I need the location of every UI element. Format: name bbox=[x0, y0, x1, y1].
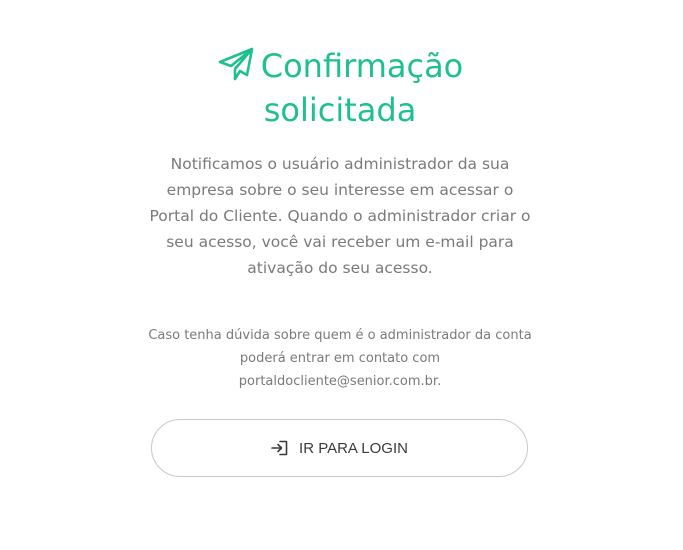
page-title: Confirmação solicitada bbox=[150, 44, 530, 132]
go-to-login-button[interactable]: IR PARA LOGIN bbox=[151, 419, 528, 477]
confirmation-card: Confirmação solicitada Notificamos o usu… bbox=[0, 0, 683, 550]
confirmation-message: Notificamos o usuário administrador da s… bbox=[149, 155, 531, 277]
contact-note: Caso tenha dúvida sobre quem é o adminis… bbox=[148, 328, 532, 389]
go-to-login-label: IR PARA LOGIN bbox=[299, 439, 408, 457]
page-title-text: Confirmação solicitada bbox=[260, 47, 464, 129]
sign-in-icon bbox=[271, 440, 289, 456]
paper-plane-icon bbox=[217, 47, 255, 81]
